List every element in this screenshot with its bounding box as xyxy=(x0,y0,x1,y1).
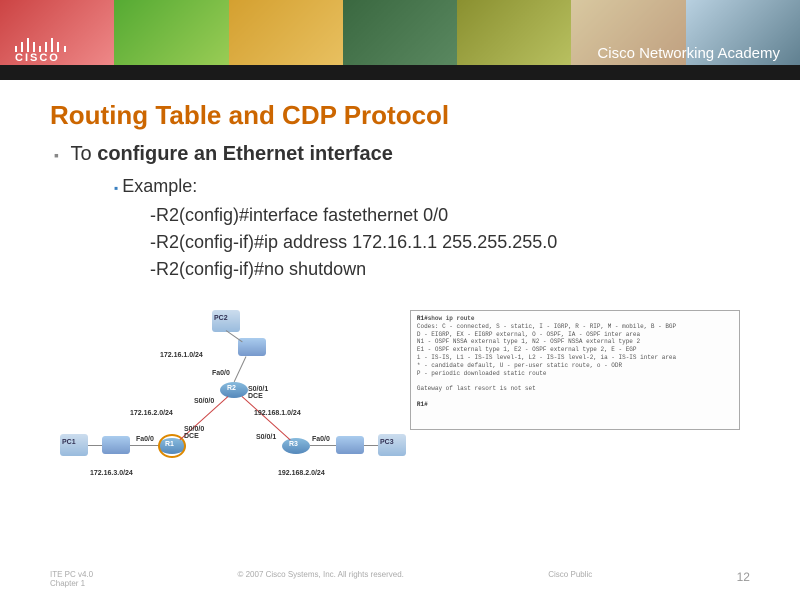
cisco-logo-text: CISCO xyxy=(15,52,60,64)
fa00-r3-label: Fa0/0 xyxy=(312,436,330,443)
net-left-mid-label: 172.16.2.0/24 xyxy=(130,410,173,417)
s001-r3-label: S0/0/1 xyxy=(256,434,276,441)
page-number: 12 xyxy=(737,570,750,588)
right-switch-icon xyxy=(336,436,364,454)
footer-ite: ITE PC v4.0 xyxy=(50,570,93,579)
pc3-label: PC3 xyxy=(380,439,394,446)
cli-codes-4: E1 - OSPF external type 1, E2 - OSPF ext… xyxy=(417,346,637,353)
cli-prompt-2: R1# xyxy=(417,401,428,408)
cli-codes-2: D - EIGRP, EX - EIGRP external, O - OSPF… xyxy=(417,331,640,338)
fa00-r2-label: Fa0/0 xyxy=(212,370,230,377)
slide-title: Routing Table and CDP Protocol xyxy=(50,100,750,131)
net-right-bot-label: 192.168.2.0/24 xyxy=(278,470,325,477)
r2-label: R2 xyxy=(227,385,236,392)
cli-codes-6: * - candidate default, U - per-user stat… xyxy=(417,362,622,369)
cli-output-box: R1#show ip route Codes: C - connected, S… xyxy=(410,310,740,430)
cli-codes-1: Codes: C - connected, S - static, I - IG… xyxy=(417,323,676,330)
cli-command: show ip route xyxy=(428,315,475,322)
command-line-3: -R2(config-if)#no shutdown xyxy=(150,259,750,280)
footer-copyright: © 2007 Cisco Systems, Inc. All rights re… xyxy=(237,570,403,588)
footer-chapter: Chapter 1 xyxy=(50,579,85,588)
cli-codes-5: i - IS-IS, L1 - IS-IS level-1, L2 - IS-I… xyxy=(417,354,676,361)
command-line-1: -R2(config)#interface fastethernet 0/0 xyxy=(150,205,750,226)
slide-header: CISCO Cisco Networking Academy xyxy=(0,0,800,80)
pc2-label: PC2 xyxy=(214,315,228,322)
fa00-r1-label: Fa0/0 xyxy=(136,436,154,443)
slide-content: Routing Table and CDP Protocol To config… xyxy=(0,80,800,500)
cli-codes-3: N1 - OSPF NSSA external type 1, N2 - OSP… xyxy=(417,338,640,345)
footer-public: Cisco Public xyxy=(548,570,592,588)
cisco-logo: CISCO xyxy=(15,38,71,64)
slide-footer: ITE PC v4.0 Chapter 1 © 2007 Cisco Syste… xyxy=(0,570,800,588)
net-left-bot-label: 172.16.3.0/24 xyxy=(90,470,133,477)
cisco-bars-icon xyxy=(15,38,67,52)
pc1-label: PC1 xyxy=(62,439,76,446)
s001-dce-label: S0/0/1 DCE xyxy=(248,386,268,400)
cli-gateway-line: Gateway of last resort is not set xyxy=(417,385,536,392)
net-right-mid-label: 192.168.1.0/24 xyxy=(254,410,301,417)
bullet-prefix: To xyxy=(71,143,98,165)
command-line-2: -R2(config-if)#ip address 172.16.1.1 255… xyxy=(150,232,750,253)
cli-codes-7: P - periodic downloaded static route xyxy=(417,370,547,377)
academy-brand-text: Cisco Networking Academy xyxy=(597,45,780,62)
network-topology-diagram: PC2 R2 R1 R3 PC1 xyxy=(60,310,380,490)
bullet-main-text: configure an Ethernet interface xyxy=(97,143,393,165)
main-bullet: To configure an Ethernet interface xyxy=(50,143,750,166)
cli-prompt-1: R1# xyxy=(417,315,428,322)
s000-r2-label: S0/0/0 xyxy=(194,398,214,405)
figures-row: PC2 R2 R1 R3 PC1 xyxy=(50,310,750,490)
r3-label: R3 xyxy=(289,441,298,448)
footer-left: ITE PC v4.0 Chapter 1 xyxy=(50,570,93,588)
example-label: Example: xyxy=(114,176,750,197)
net-top-label: 172.16.1.0/24 xyxy=(160,352,203,359)
left-switch-icon xyxy=(102,436,130,454)
s000-dce-label: S0/0/0 DCE xyxy=(184,426,204,440)
